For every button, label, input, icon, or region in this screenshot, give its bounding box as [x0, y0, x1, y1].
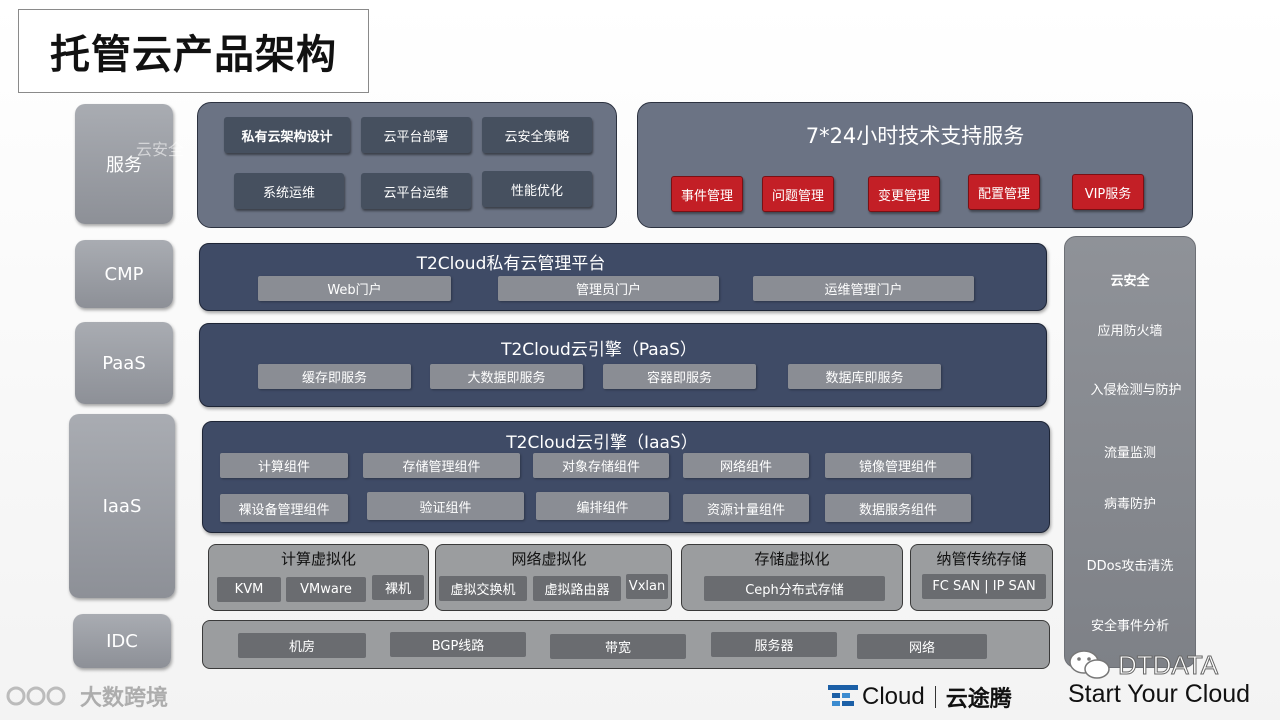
layer-cmp-label: CMP	[104, 263, 144, 285]
consulting-item: 性能优化	[482, 171, 592, 207]
layer-cmp: CMP	[75, 240, 173, 308]
iaas-item: 网络组件	[683, 453, 809, 478]
iaas-item: 数据服务组件	[825, 494, 971, 522]
support-item: VIP服务	[1072, 174, 1144, 210]
cmp-title: T2Cloud私有云管理平台	[416, 254, 606, 274]
watermark-right-text: DTDATA	[1117, 649, 1219, 680]
compute-virtualization-item: KVM	[217, 577, 281, 602]
support-item: 配置管理	[968, 174, 1040, 210]
consulting-item: 私有云架构设计	[224, 117, 350, 153]
security-item: 病毒防护	[1103, 497, 1156, 512]
security-item: 应用防火墙	[1097, 324, 1163, 339]
network-virtualization-item: 虚拟路由器	[533, 576, 621, 601]
storage-virtualization-item: Ceph分布式存储	[704, 576, 885, 601]
security-item: DDos攻击清洗	[1086, 559, 1174, 574]
consulting-item: 系统运维	[234, 173, 344, 209]
consulting-item: 云安全策略	[482, 117, 592, 153]
page-title: 托管云产品架构	[50, 32, 337, 78]
iaas-item: 镜像管理组件	[825, 453, 971, 478]
wechat-icon	[1069, 650, 1110, 679]
t2cloud-logo-icon	[828, 685, 858, 706]
iaas-item: 验证组件	[367, 492, 524, 520]
cmp-item: Web门户	[258, 276, 451, 301]
iaas-item: 编排组件	[536, 492, 669, 520]
paas-item: 容器即服务	[603, 364, 756, 389]
support-item: 问题管理	[762, 176, 834, 212]
slogan: Start Your Cloud	[1068, 680, 1251, 708]
cmp-item: 管理员门户	[498, 276, 719, 301]
layer-paas: PaaS	[75, 322, 173, 404]
idc-item: 服务器	[711, 632, 837, 657]
consulting-item: 云平台运维	[361, 173, 471, 209]
paas-item: 数据库即服务	[788, 364, 941, 389]
support-item: 事件管理	[671, 176, 743, 212]
idc-item: 带宽	[550, 634, 686, 659]
network-virtualization-title: 网络虚拟化	[511, 550, 587, 568]
brand-divider	[934, 686, 936, 708]
brand-logo: Cloud 云途腾	[828, 681, 1012, 713]
legacy-storage-item: FC SAN | IP SAN	[922, 574, 1046, 599]
brand-cn-text: 云途腾	[945, 687, 1012, 712]
cmp-item: 运维管理门户	[753, 276, 974, 301]
compute-virtualization-title: 计算虚拟化	[280, 550, 356, 568]
idc-item: 网络	[857, 634, 987, 659]
watermark-left-text: 大数跨境	[80, 686, 169, 711]
security-item: 安全事件分析	[1090, 619, 1169, 634]
paas-item: 缓存即服务	[258, 364, 411, 389]
security-item: 流量监测	[1103, 446, 1156, 461]
watermark-right: DTDATA	[1068, 648, 1219, 682]
network-virtualization-item: Vxlan	[626, 574, 668, 599]
iaas-item: 资源计量组件	[683, 494, 809, 522]
paas-item: 大数据即服务	[430, 364, 583, 389]
iaas-item: 存储管理组件	[363, 453, 520, 478]
idc-item: 机房	[238, 633, 366, 658]
layer-service: 服务	[75, 104, 173, 224]
consulting-item: 云平台部署	[361, 117, 471, 153]
security-item: 入侵检测与防护	[1090, 383, 1182, 398]
watermark-logo-icon	[6, 686, 66, 706]
compute-virtualization-item: 裸机	[372, 575, 424, 600]
support-item: 变更管理	[868, 176, 940, 212]
layer-iaas: IaaS	[69, 414, 175, 598]
iaas-item: 裸设备管理组件	[220, 494, 348, 522]
idc-item: BGP线路	[390, 632, 526, 657]
compute-virtualization-item: VMware	[286, 577, 366, 602]
support-title: 7*24小时技术支持服务	[805, 124, 1025, 148]
legacy-storage-title: 纳管传统存储	[936, 550, 1027, 568]
paas-title: T2Cloud云引擎（PaaS）	[501, 340, 697, 360]
storage-virtualization-title: 存储虚拟化	[754, 550, 830, 568]
title-box: 托管云产品架构	[18, 9, 369, 93]
brand-cloud-text: Cloud	[862, 683, 925, 710]
layer-idc-label: IDC	[106, 630, 138, 652]
faint-security-text: 云安全	[136, 140, 185, 159]
watermark-left: 大数跨境	[6, 678, 186, 714]
layer-paas-label: PaaS	[102, 352, 146, 374]
iaas-title: T2Cloud云引擎（IaaS）	[506, 433, 698, 453]
network-virtualization-item: 虚拟交换机	[439, 576, 527, 601]
iaas-item: 对象存储组件	[533, 453, 669, 478]
layer-iaas-label: IaaS	[102, 495, 142, 517]
layer-idc: IDC	[73, 614, 171, 668]
iaas-item: 计算组件	[220, 453, 348, 478]
security-title: 云安全	[1110, 274, 1150, 289]
